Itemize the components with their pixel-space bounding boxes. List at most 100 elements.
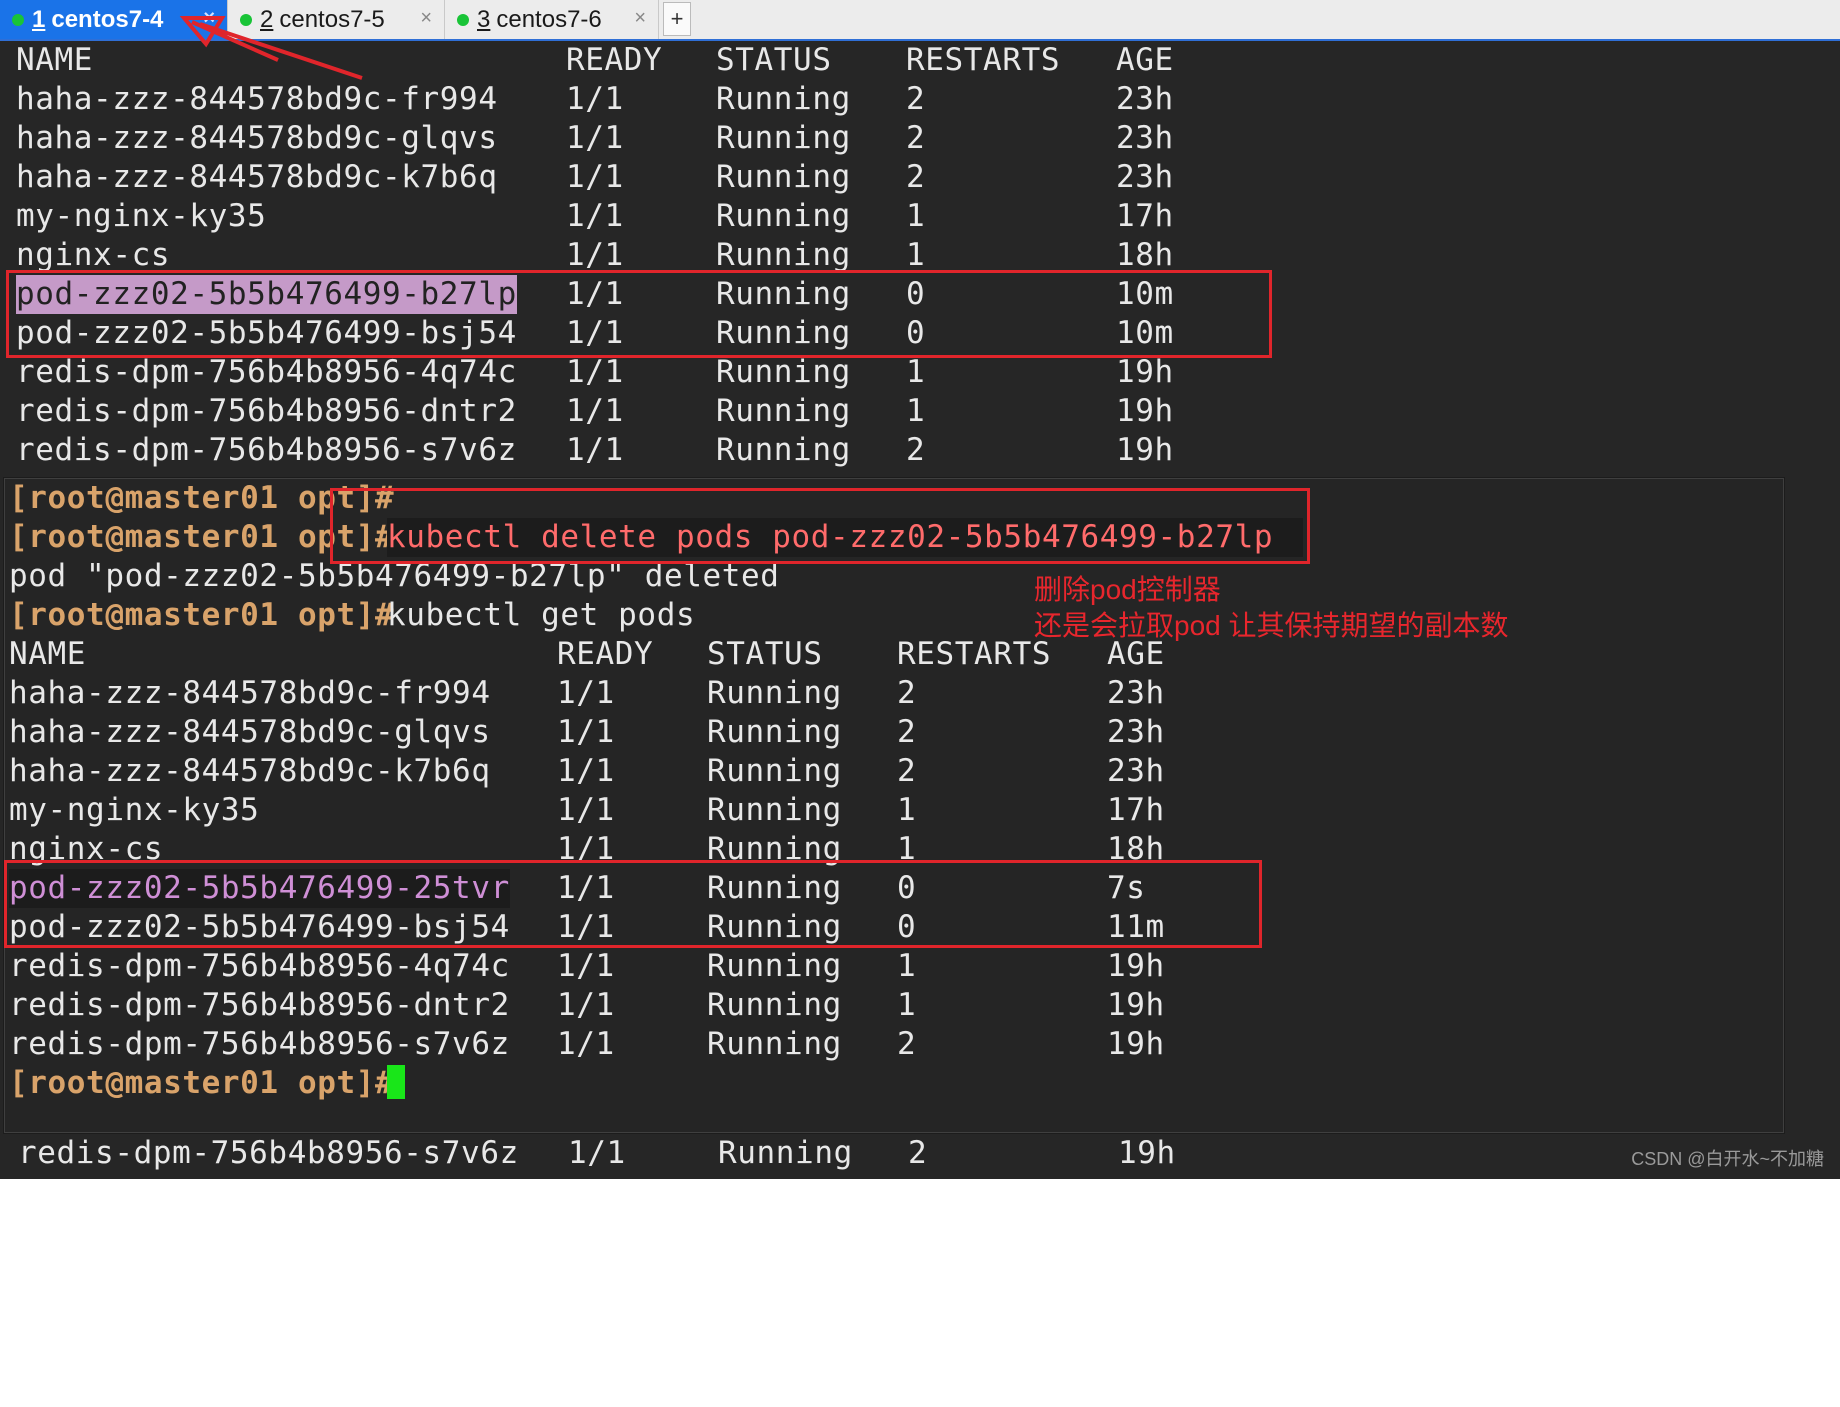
pod-restarts: 2 [906,81,926,117]
pod-age: 19h [1107,1026,1165,1062]
final-prompt-line: [root@master01 opt]# [5,1064,405,1103]
pod-status: Running [716,198,851,234]
pod-ready: 1/1 [557,675,615,711]
command-get-line: [root@master01 opt]# kubectl get pods [5,596,695,635]
pod-restarts: 1 [906,393,926,429]
pod-status: Running [707,987,842,1023]
pod-age: 19h [1107,948,1165,984]
pod-restarts: 2 [908,1135,928,1171]
pod-ready: 1/1 [566,120,624,156]
column-header: STATUS [716,42,832,78]
pod-ready: 1/1 [557,753,615,789]
pod-status: Running [716,393,851,429]
pod-status: Running [716,159,851,195]
pod-ready: 1/1 [566,81,624,117]
pod-age: 23h [1116,81,1174,117]
pod-status: Running [707,1026,842,1062]
pod-status: Running [716,432,851,468]
pod-age: 23h [1116,120,1174,156]
pod-status: Running [718,1135,853,1171]
pod-age: 23h [1107,675,1165,711]
column-header: READY [557,636,654,672]
close-icon[interactable]: × [634,7,646,30]
annotation-line-1: 删除pod控制器 [1034,574,1221,605]
pod-name: redis-dpm-756b4b8956-s7v6z [9,1026,510,1062]
pod-age: 17h [1116,198,1174,234]
pod-name: my-nginx-ky35 [9,792,260,828]
pod-status: Running [707,948,842,984]
pod-ready: 1/1 [566,432,624,468]
arrow-icon [179,16,363,80]
shell-prompt: [root@master01 opt]# [9,597,395,633]
shell-prompt: [root@master01 opt]# [9,1065,395,1101]
pod-status: Running [716,120,851,156]
pod-status: Running [716,81,851,117]
pod-status: Running [716,354,851,390]
pod-age: 17h [1107,792,1165,828]
pod-ready: 1/1 [557,1026,615,1062]
column-header: AGE [1116,42,1174,78]
pod-name: redis-dpm-756b4b8956-dntr2 [9,987,510,1023]
watermark: CSDN @白开水~不加糖 [1631,1149,1824,1169]
pod-age: 19h [1107,987,1165,1023]
annotation-line-2: 还是会拉取pod 让其保持期望的副本数 [1034,610,1509,641]
command-delete-line: [root@master01 opt]# kubectl delete pods… [5,518,1304,557]
column-header: NAME [9,636,87,672]
pod-age: 23h [1107,714,1165,750]
pod-name: my-nginx-ky35 [16,198,267,234]
pod-age: 19h [1116,393,1174,429]
pod-restarts: 1 [906,198,926,234]
pod-restarts: 1 [897,948,917,984]
pod-ready: 1/1 [557,792,615,828]
pod-age: 19h [1116,432,1174,468]
pod-status: Running [707,792,842,828]
pod-status: Running [707,714,842,750]
highlight-box-old-pods [6,270,1272,358]
pod-restarts: 2 [906,120,926,156]
pod-restarts: 2 [906,432,926,468]
add-tab-button[interactable]: + [663,2,691,36]
pod-name: redis-dpm-756b4b8956-4q74c [16,354,517,390]
pod-name: redis-dpm-756b4b8956-s7v6z [18,1135,519,1171]
pod-restarts: 2 [897,753,917,789]
pod-restarts: 1 [897,792,917,828]
pod-ready: 1/1 [557,987,615,1023]
pod-ready: 1/1 [566,159,624,195]
pod-restarts: 1 [897,987,917,1023]
pod-ready: 1/1 [557,948,615,984]
prompt-line: [root@master01 opt]# [5,479,394,518]
tab-number: 3 [477,5,491,33]
pod-ready: 1/1 [557,714,615,750]
column-header: RESTARTS [906,42,1061,78]
pod-ready: 1/1 [568,1135,626,1171]
get-command: kubectl get pods [387,597,696,633]
pod-ready: 1/1 [566,393,624,429]
close-icon[interactable]: × [420,7,432,30]
pod-restarts: 2 [906,159,926,195]
pod-age: 19h [1118,1135,1176,1171]
pod-restarts: 2 [897,1026,917,1062]
pod-restarts: 2 [897,675,917,711]
highlight-box-delete-command [330,488,1310,564]
pod-name: haha-zzz-844578bd9c-glqvs [16,120,498,156]
pod-name: redis-dpm-756b4b8956-s7v6z [16,432,517,468]
tab-centos7-6[interactable]: 3 centos7-6 × [445,0,659,39]
cursor [387,1064,405,1103]
pod-age: 23h [1116,159,1174,195]
pod-restarts: 2 [897,714,917,750]
pod-name: haha-zzz-844578bd9c-glqvs [9,714,491,750]
pod-status: Running [707,675,842,711]
pod-name: redis-dpm-756b4b8956-4q74c [9,948,510,984]
pod-status: Running [707,753,842,789]
pod-ready: 1/1 [566,198,624,234]
pod-age: 23h [1107,753,1165,789]
pod-name: haha-zzz-844578bd9c-k7b6q [9,753,491,789]
pod-restarts: 1 [906,354,926,390]
terminal-foreground[interactable]: [root@master01 opt]# [root@master01 opt]… [4,478,1784,1133]
column-header: STATUS [707,636,823,672]
highlight-box-new-pods [4,860,1262,948]
tab-title: centos7-6 [496,5,602,33]
delete-output-line: pod "pod-zzz02-5b5b476499-b27lp" deleted [5,557,779,596]
pod-age: 19h [1116,354,1174,390]
pod-name: redis-dpm-756b4b8956-dntr2 [16,393,517,429]
